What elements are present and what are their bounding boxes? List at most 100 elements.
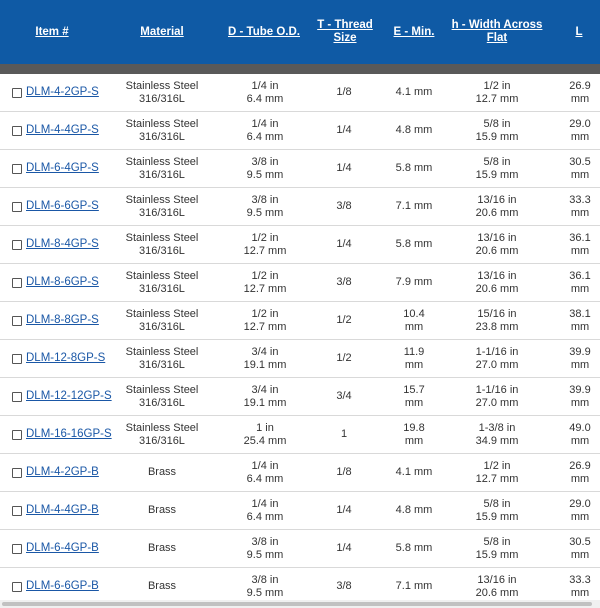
item-cell: DLM-8-6GP-S [12, 264, 124, 301]
header-thread-size[interactable]: T - Thread Size [312, 0, 378, 64]
thread-size-cell: 1/2 [336, 314, 352, 327]
length-cell-text: 39.9 mm [569, 346, 590, 371]
header-item-label[interactable]: Item # [35, 26, 68, 39]
row-checkbox[interactable] [12, 239, 22, 250]
item-cell: DLM-12-8GP-S [12, 340, 124, 377]
header-material[interactable]: Material [122, 0, 202, 64]
row-checkbox[interactable] [12, 315, 22, 326]
tube-od-cell-line2: 12.7 mm [243, 244, 287, 257]
item-link[interactable]: DLM-6-6GP-S [26, 200, 99, 213]
header-tube-od-label[interactable]: D - Tube O.D. [228, 26, 300, 39]
tube-od-cell: 3/8 in 9.5 mm [226, 150, 304, 187]
width-across-flat-cell: 1-1/16 in 27.0 mm [448, 378, 546, 415]
length-cell-line1: 36.1 [569, 232, 591, 244]
length-cell-line1: 33.3 [569, 194, 591, 206]
length-cell: 33.3 mm [562, 188, 598, 225]
item-link[interactable]: DLM-16-16GP-S [26, 428, 112, 441]
width-across-flat-cell-line2: 27.0 mm [475, 358, 519, 371]
header-e-min[interactable]: E - Min. [386, 0, 442, 64]
table-row: DLM-16-16GP-S Stainless Steel 316/316L 1 i… [0, 416, 600, 454]
header-length-label[interactable]: L [575, 26, 582, 39]
item-cell: DLM-6-6GP-S [12, 188, 124, 225]
tube-od-cell-text: 1/4 in 6.4 mm [247, 460, 284, 485]
thread-size-cell: 1/8 [336, 86, 352, 99]
width-across-flat-cell: 5/8 in 15.9 mm [448, 150, 546, 187]
row-checkbox[interactable] [12, 353, 22, 364]
table-row: DLM-6-4GP-S Stainless Steel 316/316L 3/8 i… [0, 150, 600, 188]
width-across-flat-cell-line1: 1-1/16 in [475, 384, 519, 396]
width-across-flat-cell-line2: 20.6 mm [475, 244, 519, 257]
row-checkbox[interactable] [12, 429, 22, 440]
item-link[interactable]: DLM-4-4GP-B [26, 504, 99, 517]
material-cell: Brass [147, 466, 177, 479]
header-e-min-label[interactable]: E - Min. [394, 26, 435, 39]
header-material-label[interactable]: Material [140, 26, 183, 39]
width-across-flat-cell-line2: 15.9 mm [475, 168, 519, 181]
header-length[interactable]: L [566, 0, 592, 64]
e-min-cell: 11.9 mm [403, 346, 425, 371]
width-across-flat-cell-line1: 1/2 in [483, 460, 511, 472]
width-across-flat-cell-line1: 5/8 in [483, 118, 511, 130]
length-cell-line2: mm [570, 168, 590, 181]
thread-size-cell: 3/8 [336, 200, 352, 213]
row-checkbox[interactable] [12, 277, 22, 288]
item-link[interactable]: DLM-12-8GP-S [26, 352, 105, 365]
header-width-across-flat[interactable]: h - Width Across Flat [448, 0, 546, 64]
item-link[interactable]: DLM-6-6GP-B [26, 580, 99, 593]
tube-od-cell: 1/4 in 6.4 mm [226, 74, 304, 111]
row-checkbox[interactable] [12, 125, 22, 136]
table-row: DLM-8-8GP-S Stainless Steel 316/316L 1/2 i… [0, 302, 600, 340]
header-item[interactable]: Item # [14, 0, 90, 64]
row-checkbox[interactable] [12, 467, 22, 478]
width-across-flat-cell: 13/16 in 20.6 mm [448, 264, 546, 301]
width-across-flat-cell-text: 5/8 in 15.9 mm [476, 118, 519, 143]
item-cell: DLM-6-4GP-B [12, 530, 124, 567]
width-across-flat-cell: 1/2 in 12.7 mm [448, 74, 546, 111]
length-cell-line2: mm [570, 434, 590, 447]
item-link[interactable]: DLM-4-4GP-S [26, 124, 99, 137]
row-checkbox[interactable] [12, 201, 22, 212]
tube-od-cell-line1: 1/2 in [251, 308, 279, 320]
item-link[interactable]: DLM-8-4GP-S [26, 238, 99, 251]
tube-od-cell-line2: 12.7 mm [243, 282, 287, 295]
row-checkbox[interactable] [12, 505, 22, 516]
item-link[interactable]: DLM-6-4GP-B [26, 542, 99, 555]
width-across-flat-cell-line1: 5/8 in [483, 498, 511, 510]
length-cell-line1: 33.3 [569, 574, 591, 586]
length-cell-line1: 30.5 [569, 156, 591, 168]
tube-od-cell-line1: 1/4 in [251, 460, 279, 472]
header-tube-od[interactable]: D - Tube O.D. [226, 0, 302, 64]
length-cell-text: 36.1 mm [569, 270, 590, 295]
length-cell: 39.9 mm [562, 378, 598, 415]
item-cell: DLM-4-4GP-B [12, 492, 124, 529]
width-across-flat-cell: 1-3/8 in 34.9 mm [448, 416, 546, 453]
row-checkbox[interactable] [12, 391, 22, 402]
item-link[interactable]: DLM-6-4GP-S [26, 162, 99, 175]
item-link[interactable]: DLM-8-8GP-S [26, 314, 99, 327]
tube-od-cell-line2: 19.1 mm [243, 396, 287, 409]
e-min-cell: 4.1 mm [395, 466, 433, 479]
header-width-across-flat-label[interactable]: h - Width Across Flat [448, 19, 546, 45]
width-across-flat-cell: 1/2 in 12.7 mm [448, 454, 546, 491]
tube-od-cell: 3/4 in 19.1 mm [226, 340, 304, 377]
item-link[interactable]: DLM-4-2GP-B [26, 466, 99, 479]
header-thread-size-label[interactable]: T - Thread Size [312, 19, 378, 45]
material-cell: Stainless Steel 316/316L [125, 422, 199, 447]
horizontal-scrollbar[interactable] [0, 600, 600, 608]
row-checkbox[interactable] [12, 543, 22, 554]
tube-od-cell: 1 in 25.4 mm [226, 416, 304, 453]
item-link[interactable]: DLM-8-6GP-S [26, 276, 99, 289]
length-cell-text: 26.9 mm [569, 80, 590, 105]
scrollbar-thumb[interactable] [2, 602, 592, 606]
width-across-flat-cell: 5/8 in 15.9 mm [448, 530, 546, 567]
tube-od-cell-text: 1/2 in 12.7 mm [244, 232, 287, 257]
row-checkbox[interactable] [12, 581, 22, 592]
row-checkbox[interactable] [12, 87, 22, 98]
tube-od-cell: 1/4 in 6.4 mm [226, 454, 304, 491]
item-link[interactable]: DLM-12-12GP-S [26, 390, 112, 403]
item-link[interactable]: DLM-4-2GP-S [26, 86, 99, 99]
item-cell: DLM-8-8GP-S [12, 302, 124, 339]
row-checkbox[interactable] [12, 163, 22, 174]
tube-od-cell-line2: 6.4 mm [246, 510, 284, 523]
width-across-flat-cell: 13/16 in 20.6 mm [448, 188, 546, 225]
